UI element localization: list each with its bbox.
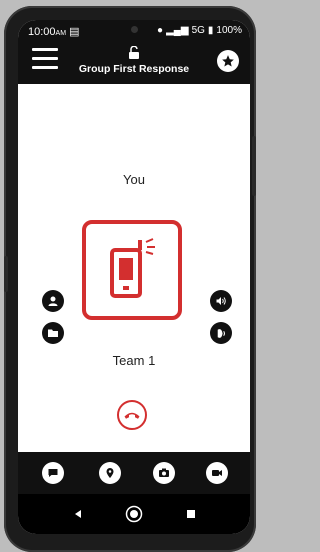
recents-icon: [187, 510, 195, 518]
video-button[interactable]: [206, 462, 228, 484]
home-icon: [125, 505, 143, 523]
caller-label: You: [123, 172, 145, 187]
earpiece-button[interactable]: [210, 322, 232, 344]
battery-icon: ▮: [207, 25, 214, 36]
hangup-button[interactable]: [117, 400, 147, 430]
status-ampm: AM: [55, 30, 67, 37]
star-icon: [222, 55, 234, 67]
ptt-device-tile[interactable]: [82, 220, 182, 320]
status-icons: ● ▂▄▆ 5G ▮ 100%: [157, 25, 242, 36]
signal-icon: ▂▄▆: [166, 25, 189, 36]
back-icon: [75, 510, 81, 518]
bottom-toolbar: [18, 452, 250, 494]
speaker-button[interactable]: [210, 290, 232, 312]
home-button[interactable]: [119, 494, 149, 534]
phone-hangup-icon: [124, 412, 140, 419]
camera-button[interactable]: [153, 462, 175, 484]
radio-phone-icon: [110, 238, 155, 298]
chat-button[interactable]: [42, 462, 64, 484]
person-icon: [48, 296, 58, 306]
folder-icon: [48, 329, 58, 337]
battery-level: 100%: [216, 25, 242, 36]
favorite-button[interactable]: [217, 50, 239, 72]
earpiece-icon: [217, 328, 225, 338]
video-icon: [212, 470, 222, 476]
recents-button[interactable]: [176, 494, 206, 534]
notification-icon: ▤: [69, 26, 80, 38]
camera-icon: [159, 468, 169, 477]
side-button-left: [4, 256, 8, 292]
side-button-right: [252, 136, 256, 196]
page-title: Group First Response: [78, 63, 190, 75]
status-time: 10:00AM ▤: [28, 25, 80, 38]
location-button[interactable]: [99, 462, 121, 484]
app-header: 10:00AM ▤ ● ▂▄▆ 5G ▮ 100% Group First Re…: [18, 20, 250, 84]
phone-frame: 10:00AM ▤ ● ▂▄▆ 5G ▮ 100% Group First Re…: [4, 6, 256, 552]
screen: 10:00AM ▤ ● ▂▄▆ 5G ▮ 100% Group First Re…: [18, 20, 250, 534]
back-button[interactable]: [63, 494, 93, 534]
folder-button[interactable]: [42, 322, 64, 344]
system-nav-bar: [18, 494, 250, 534]
contact-button[interactable]: [42, 290, 64, 312]
status-time-value: 10:00: [28, 26, 56, 38]
callee-label: Team 1: [112, 353, 156, 368]
speaker-icon: [216, 297, 226, 305]
location-status-icon: ●: [157, 25, 164, 36]
network-type: 5G: [191, 25, 205, 36]
chat-icon: [48, 469, 58, 477]
location-icon: [106, 468, 114, 478]
unlock-icon: [129, 46, 139, 59]
front-camera: [131, 26, 138, 33]
